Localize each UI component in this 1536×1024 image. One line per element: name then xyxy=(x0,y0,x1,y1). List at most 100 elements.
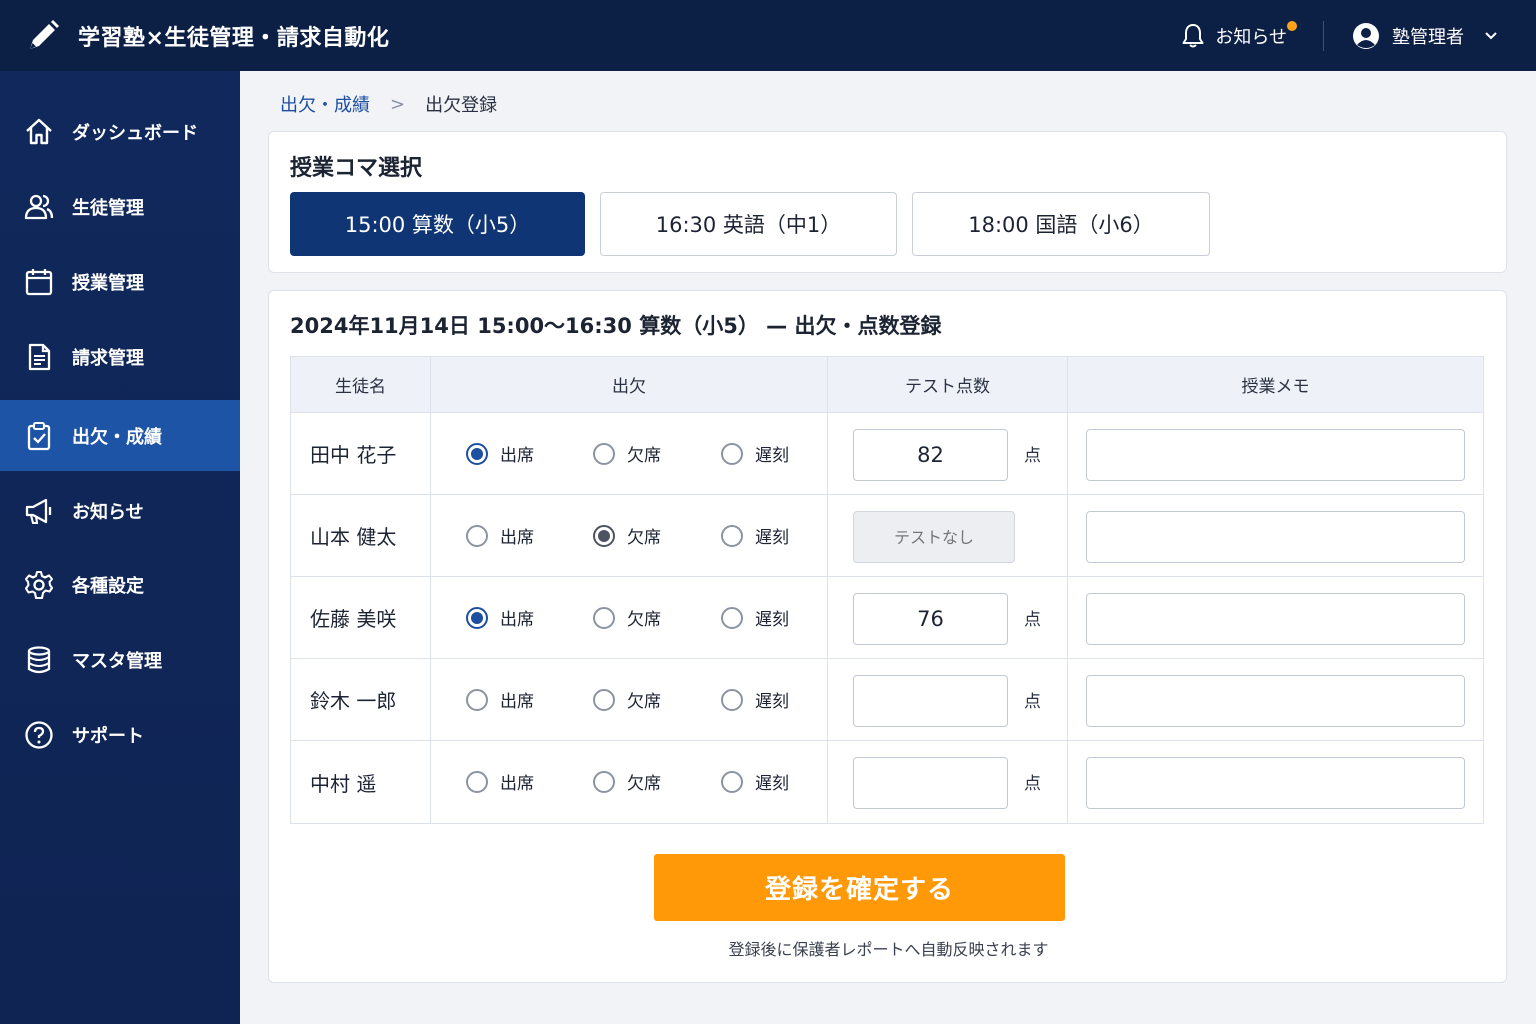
radio-circle[interactable] xyxy=(593,524,615,547)
score-unit: 点 xyxy=(1024,446,1041,466)
radio-circle[interactable] xyxy=(721,524,743,547)
radio-circle[interactable] xyxy=(721,606,743,629)
attendance-radio-absent[interactable]: 欠席 xyxy=(593,741,661,822)
table-row: 鈴木 一郎 出席 欠席 遅刻 点 xyxy=(291,659,1483,741)
table-header: 生徒名 出欠 テスト点数 授業メモ xyxy=(291,357,1483,413)
sidebar-item-label: マスタ管理 xyxy=(72,650,162,672)
attendance-radio-late[interactable]: 遅刻 xyxy=(721,495,789,576)
memo-input[interactable] xyxy=(1086,429,1465,481)
attendance-radio-present[interactable]: 出席 xyxy=(466,495,534,576)
main-content: 出欠・成績 > 出欠登録 授業コマ選択 15:00 算数（小5） 16:30 英… xyxy=(240,71,1536,1024)
notifications-label: お知らせ xyxy=(1215,26,1287,48)
attendance-radio-absent[interactable]: 欠席 xyxy=(593,495,661,576)
lesson-tab-math[interactable]: 15:00 算数（小5） xyxy=(290,192,585,256)
attendance-radio-absent[interactable]: 欠席 xyxy=(593,413,661,494)
user-menu[interactable]: 塾管理者 xyxy=(1352,22,1512,50)
radio-circle[interactable] xyxy=(721,770,743,793)
radio-label: 出席 xyxy=(500,692,534,712)
attendance-cell: 出席 欠席 遅刻 xyxy=(431,741,828,823)
radio-circle[interactable] xyxy=(593,688,615,711)
radio-circle[interactable] xyxy=(721,688,743,711)
sidebar-item-label: 出欠・成績 xyxy=(72,426,162,448)
gear-icon xyxy=(24,570,54,599)
megaphone-icon xyxy=(25,498,52,524)
clipboard-check-icon xyxy=(27,421,51,450)
session-title: 2024年11月14日 15:00〜16:30 算数（小5） — 出欠・点数登録 xyxy=(290,314,942,338)
breadcrumb-parent-link[interactable]: 出欠・成績 xyxy=(280,91,370,117)
memo-input[interactable] xyxy=(1086,593,1465,645)
score-cell: 点 xyxy=(828,659,1068,740)
sidebar-item-attendance[interactable]: 出欠・成績 xyxy=(0,400,240,471)
lesson-tab-japanese[interactable]: 18:00 国語（小6） xyxy=(912,192,1210,256)
memo-cell xyxy=(1068,413,1483,494)
attendance-radio-present[interactable]: 出席 xyxy=(466,577,534,658)
confirm-registration-button[interactable]: 登録を確定する xyxy=(654,854,1065,921)
lesson-tab-english[interactable]: 16:30 英語（中1） xyxy=(600,192,897,256)
radio-label: 出席 xyxy=(500,610,534,630)
score-unit: 点 xyxy=(1024,610,1041,630)
score-cell xyxy=(828,495,1068,576)
sidebar-item-students[interactable]: 生徒管理 xyxy=(0,171,240,242)
attendance-radio-late[interactable]: 遅刻 xyxy=(721,577,789,658)
users-icon xyxy=(24,194,54,219)
radio-circle[interactable] xyxy=(466,770,488,793)
memo-input[interactable] xyxy=(1086,757,1465,809)
radio-label: 欠席 xyxy=(627,528,661,548)
attendance-radio-present[interactable]: 出席 xyxy=(466,741,534,822)
attendance-cell: 出席 欠席 遅刻 xyxy=(431,577,828,658)
radio-circle[interactable] xyxy=(466,606,488,629)
table-row: 田中 花子 出席 欠席 遅刻 点 xyxy=(291,413,1483,495)
sidebar-item-lessons[interactable]: 授業管理 xyxy=(0,246,240,317)
pencil-icon xyxy=(30,19,59,49)
score-input[interactable] xyxy=(853,675,1008,727)
sidebar-item-settings[interactable]: 各種設定 xyxy=(0,549,240,620)
memo-input[interactable] xyxy=(1086,511,1465,563)
student-name: 中村 遥 xyxy=(291,741,431,823)
sidebar-item-support[interactable]: サポート xyxy=(0,699,240,770)
attendance-radio-late[interactable]: 遅刻 xyxy=(721,413,789,494)
user-avatar-icon xyxy=(1353,22,1379,49)
attendance-radio-absent[interactable]: 欠席 xyxy=(593,577,661,658)
memo-cell xyxy=(1068,577,1483,658)
radio-circle[interactable] xyxy=(593,606,615,629)
notification-badge xyxy=(1287,20,1297,31)
attendance-radio-absent[interactable]: 欠席 xyxy=(593,659,661,740)
memo-input[interactable] xyxy=(1086,675,1465,727)
radio-circle[interactable] xyxy=(466,442,488,465)
table-row: 山本 健太 出席 欠席 遅刻 xyxy=(291,495,1483,577)
radio-circle[interactable] xyxy=(593,770,615,793)
score-cell: 点 xyxy=(828,577,1068,658)
radio-circle[interactable] xyxy=(593,442,615,465)
table-row: 佐藤 美咲 出席 欠席 遅刻 点 xyxy=(291,577,1483,659)
score-input[interactable] xyxy=(853,757,1008,809)
score-input[interactable] xyxy=(853,429,1008,481)
breadcrumb-current: 出欠登録 xyxy=(425,95,498,116)
sidebar-item-billing[interactable]: 請求管理 xyxy=(0,321,240,392)
score-unit: 点 xyxy=(1024,774,1041,794)
radio-circle[interactable] xyxy=(466,688,488,711)
attendance-radio-late[interactable]: 遅刻 xyxy=(721,741,789,822)
help-circle-icon xyxy=(25,720,53,749)
memo-cell xyxy=(1068,495,1483,576)
column-header-memo: 授業メモ xyxy=(1241,377,1310,397)
score-input[interactable] xyxy=(853,593,1008,645)
attendance-radio-late[interactable]: 遅刻 xyxy=(721,659,789,740)
calendar-icon xyxy=(25,268,53,295)
score-unit: 点 xyxy=(1024,692,1041,712)
sidebar-item-master[interactable]: マスタ管理 xyxy=(0,624,240,695)
radio-label: 遅刻 xyxy=(755,692,789,712)
app-title-text: 学習塾×生徒管理・請求自動化 xyxy=(78,25,390,51)
breadcrumb-separator: > xyxy=(390,93,406,115)
radio-circle[interactable] xyxy=(466,524,488,547)
radio-circle[interactable] xyxy=(721,442,743,465)
sidebar-item-dashboard[interactable]: ダッシュボード xyxy=(0,96,240,167)
student-name: 佐藤 美咲 xyxy=(291,577,431,658)
chevron-down-icon xyxy=(1485,31,1497,39)
attendance-radio-present[interactable]: 出席 xyxy=(466,413,534,494)
lesson-select-title: 授業コマ選択 xyxy=(290,156,423,181)
attendance-radio-present[interactable]: 出席 xyxy=(466,659,534,740)
radio-label: 欠席 xyxy=(627,774,661,794)
sidebar-item-notices[interactable]: お知らせ xyxy=(0,475,240,546)
notifications-button[interactable]: お知らせ xyxy=(1181,20,1301,49)
submit-note: 登録後に保護者レポートへ自動反映されます xyxy=(728,940,1049,959)
